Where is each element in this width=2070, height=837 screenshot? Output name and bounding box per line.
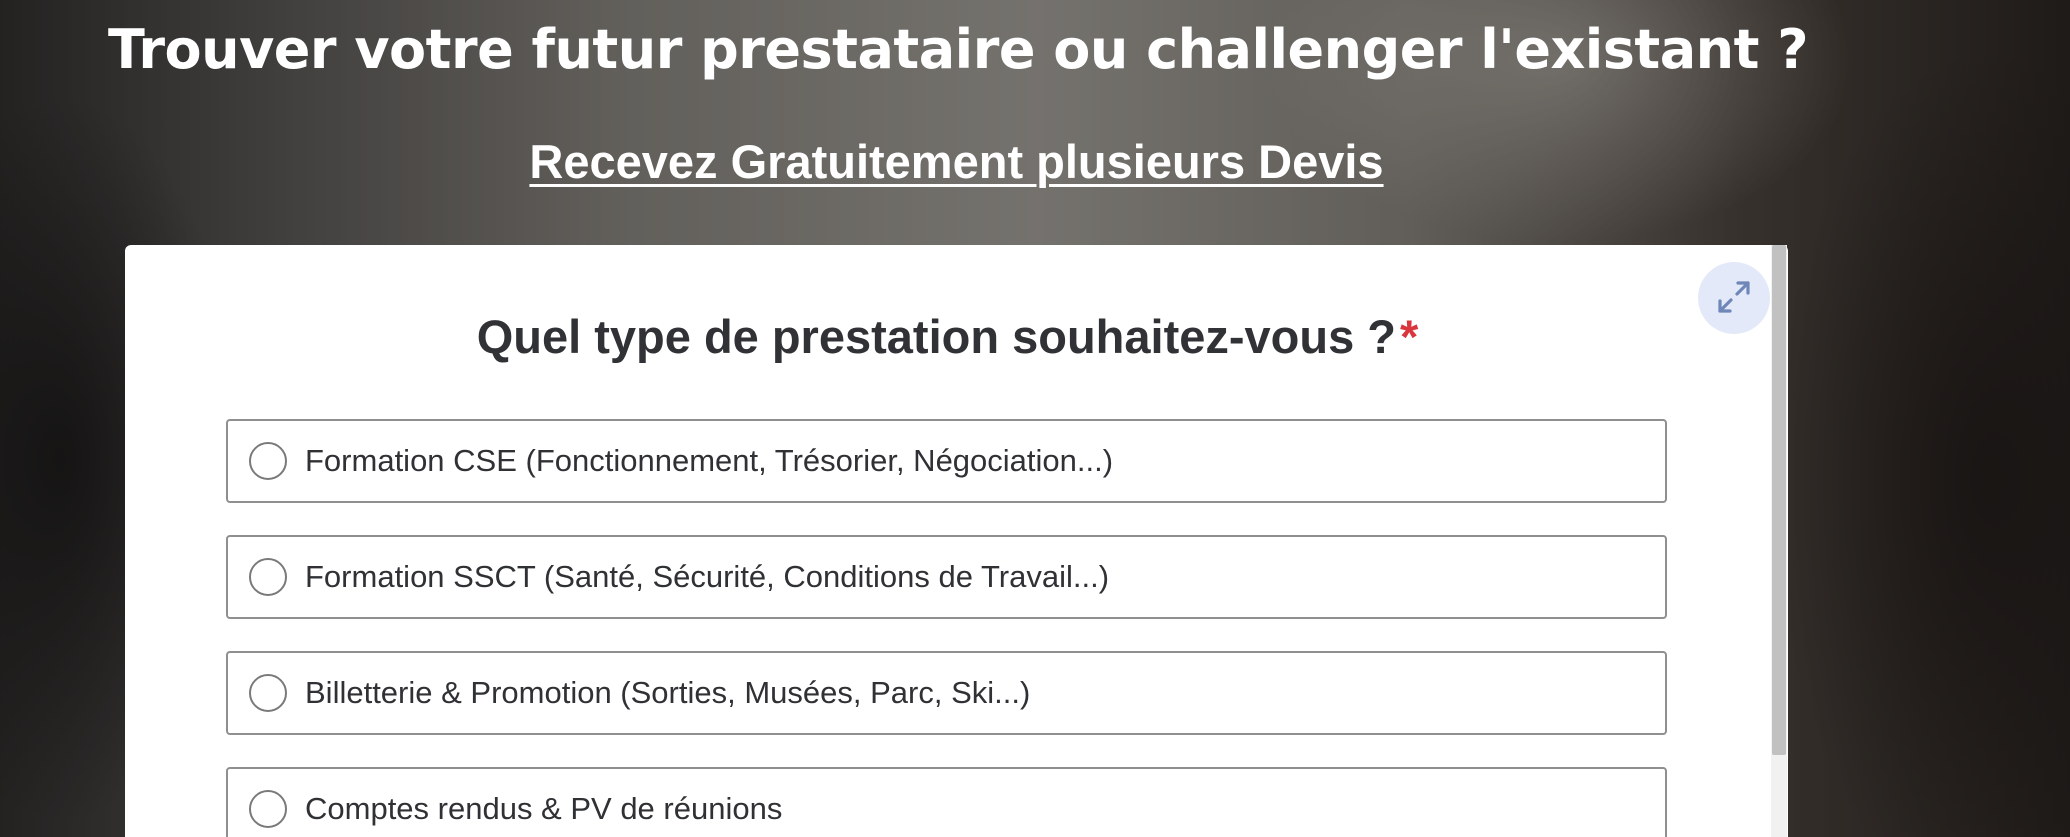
option-label: Formation SSCT (Santé, Sécurité, Conditi…: [305, 559, 1110, 594]
option-label: Comptes rendus & PV de réunions: [305, 791, 783, 826]
form-scrollbar-thumb[interactable]: [1772, 245, 1786, 755]
radio-button[interactable]: [249, 790, 287, 828]
option-label: Formation CSE (Fonctionnement, Trésorier…: [305, 443, 1114, 478]
option-formation-ssct[interactable]: Formation SSCT (Santé, Sécurité, Conditi…: [226, 535, 1667, 619]
hero-title: Trouver votre futur prestataire ou chall…: [108, 18, 1809, 81]
option-comptes-rendus[interactable]: Comptes rendus & PV de réunions: [226, 767, 1667, 837]
radio-button[interactable]: [249, 674, 287, 712]
option-formation-cse[interactable]: Formation CSE (Fonctionnement, Trésorier…: [226, 419, 1667, 503]
radio-button[interactable]: [249, 442, 287, 480]
option-billetterie[interactable]: Billetterie & Promotion (Sorties, Musées…: [226, 651, 1667, 735]
question-heading: Quel type de prestation souhaitez-vous ?…: [125, 305, 1770, 369]
hero-subtitle-link[interactable]: Recevez Gratuitement plusieurs Devis: [0, 132, 1913, 192]
option-label: Billetterie & Promotion (Sorties, Musées…: [305, 675, 1031, 710]
question-text: Quel type de prestation souhaitez-vous ?: [476, 310, 1396, 363]
required-asterisk: *: [1399, 310, 1419, 363]
radio-button[interactable]: [249, 558, 287, 596]
